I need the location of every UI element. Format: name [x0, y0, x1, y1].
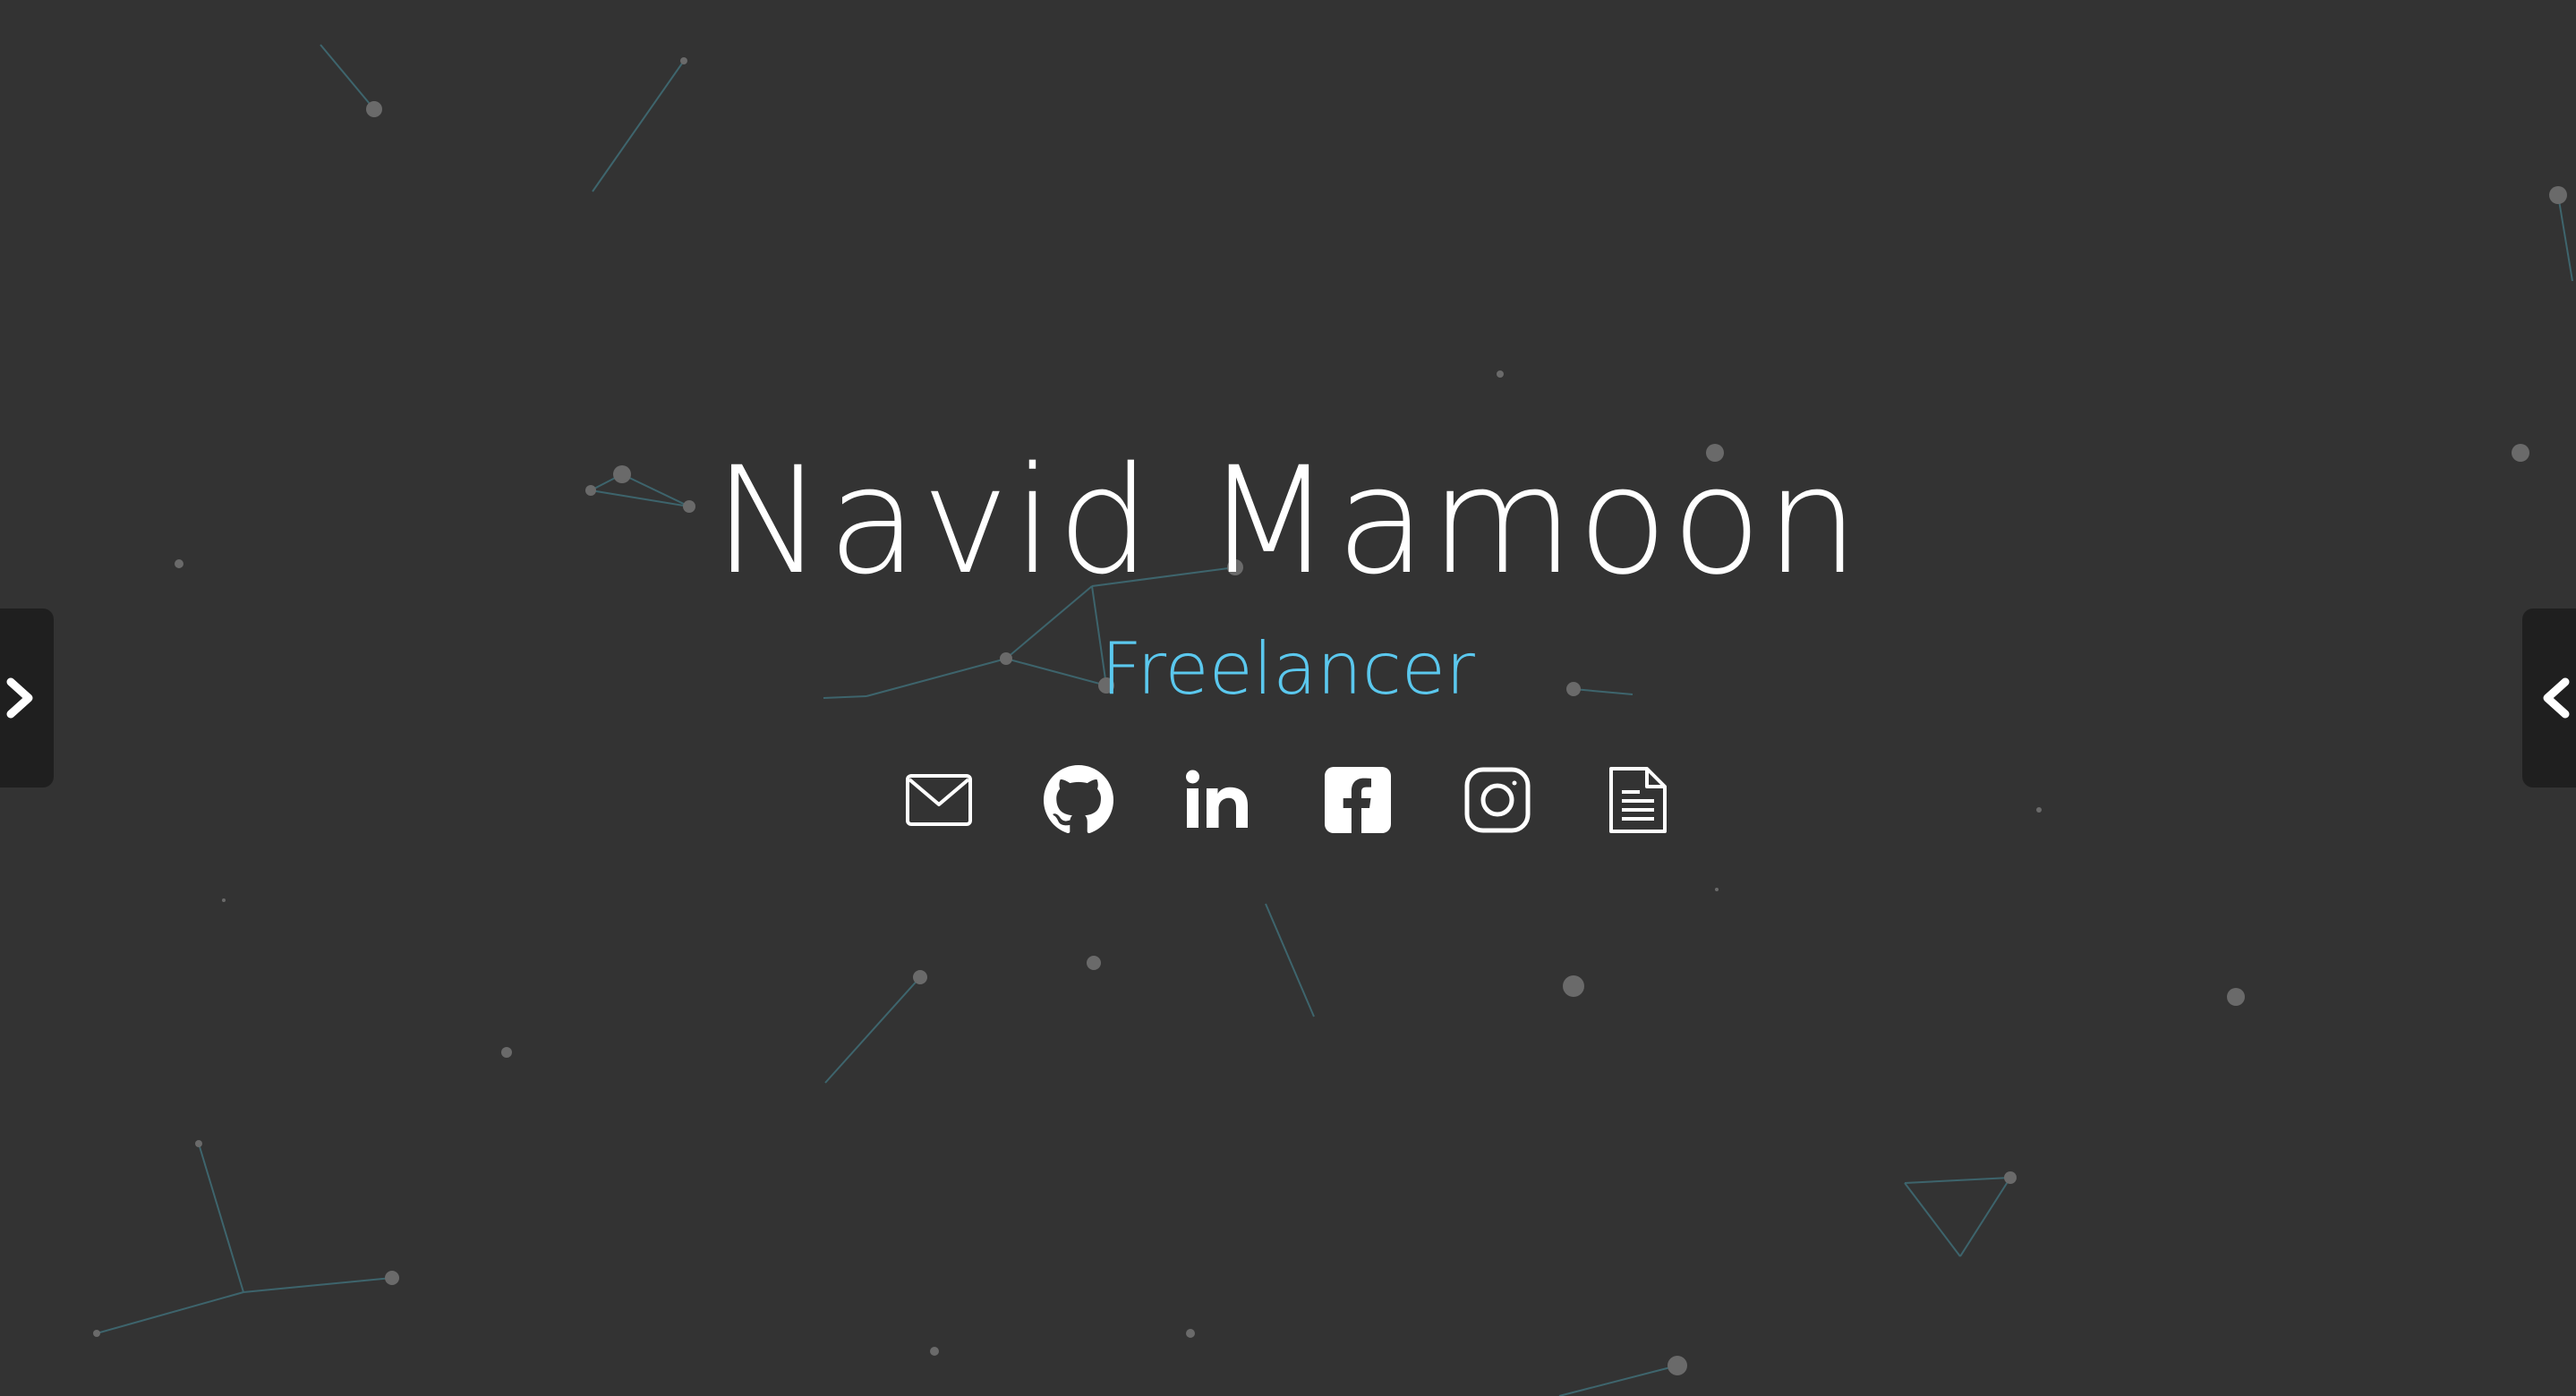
- facebook-icon: [1325, 767, 1391, 833]
- right-drawer-toggle[interactable]: [2522, 609, 2576, 787]
- page-background: Navid Mamoon Freelancer: [0, 0, 2576, 1396]
- chevron-left-icon: [2543, 677, 2570, 719]
- left-drawer-toggle[interactable]: [0, 609, 54, 787]
- email-icon: [906, 774, 972, 826]
- chevron-right-icon: [6, 677, 33, 719]
- linkedin-icon: [1186, 770, 1248, 828]
- hero-section: Navid Mamoon Freelancer: [0, 0, 2576, 1396]
- facebook-link[interactable]: [1323, 765, 1393, 835]
- profile-name: Navid Mamoon: [713, 435, 1863, 607]
- profile-title: Freelancer: [1101, 627, 1475, 711]
- email-link[interactable]: [904, 765, 974, 835]
- instagram-link[interactable]: [1463, 765, 1532, 835]
- resume-link[interactable]: [1602, 765, 1672, 835]
- github-link[interactable]: [1044, 765, 1113, 835]
- instagram-icon: [1464, 767, 1531, 833]
- linkedin-link[interactable]: [1183, 765, 1253, 835]
- social-links: [0, 765, 2576, 835]
- github-icon: [1044, 765, 1113, 834]
- resume-icon: [1609, 767, 1667, 833]
